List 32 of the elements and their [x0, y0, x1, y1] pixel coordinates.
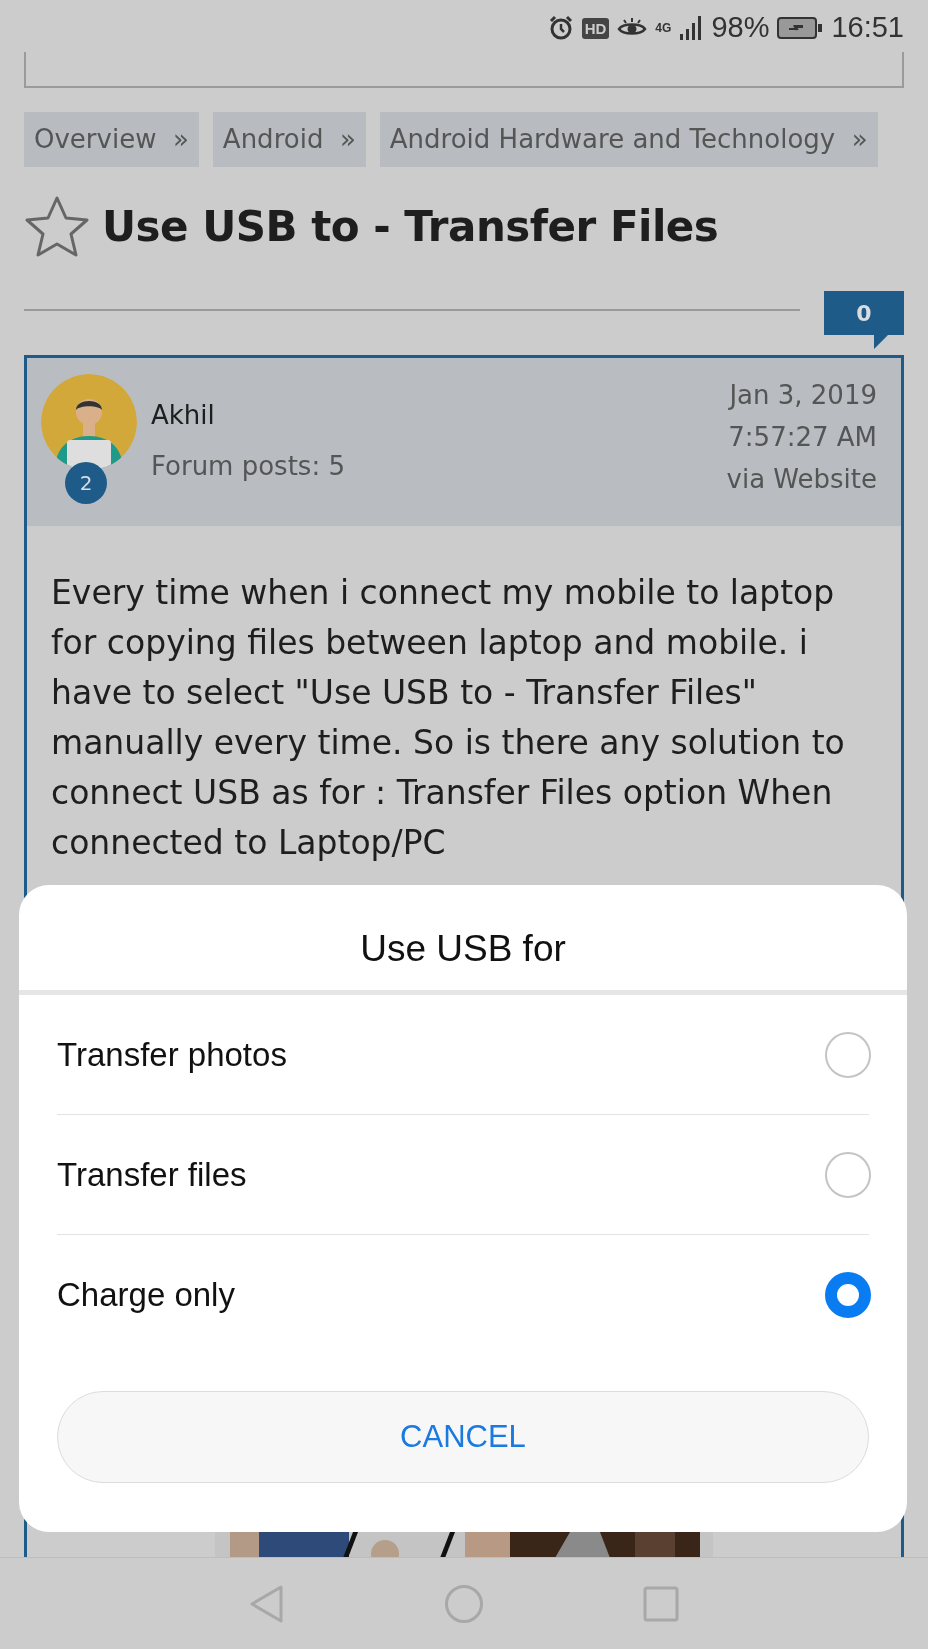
- radio-button[interactable]: [825, 1272, 871, 1318]
- rank-badge: 2: [65, 462, 107, 504]
- post-text: Every time when i connect my mobile to laptop for copying files between laptop and mobile. i have to select "Use USB to - Transfer Files" manually every time. So is there any solution to connect USB as for : Transfer Files option When connected to Laptop/PC: [51, 572, 846, 864]
- back-icon[interactable]: [249, 1583, 286, 1624]
- option-label[interactable]: Charge only: [57, 1270, 235, 1320]
- dialog-title: Use USB for: [19, 885, 907, 995]
- reply-count: 0: [824, 291, 904, 349]
- recents-icon[interactable]: [642, 1585, 679, 1622]
- breadcrumb-link[interactable]: Overview »: [24, 112, 199, 167]
- star-icon[interactable]: [24, 195, 90, 259]
- post-time: 7:57:27 AM: [727, 421, 877, 454]
- battery-charging-icon: [777, 16, 824, 40]
- post-source: via Website: [726, 463, 877, 496]
- clock-time: 16:51: [831, 10, 904, 46]
- author-name[interactable]: Akhil: [151, 396, 345, 435]
- network-label: 4G: [655, 22, 672, 34]
- post-date: Jan 3, 2019: [727, 379, 877, 412]
- forum-posts: Forum posts: 5: [151, 450, 345, 483]
- option-label[interactable]: Transfer photos: [57, 1029, 287, 1080]
- radio-button[interactable]: [825, 1031, 871, 1078]
- thread-title: Use USB to - Transfer Files: [102, 201, 719, 253]
- radio-button[interactable]: [825, 1151, 871, 1198]
- cancel-button[interactable]: CANCEL: [57, 1391, 869, 1483]
- breadcrumb-link[interactable]: Android »: [212, 112, 366, 167]
- battery-percent: 98%: [711, 10, 770, 46]
- signal-icon: [679, 14, 704, 42]
- option-label[interactable]: Transfer files: [57, 1149, 247, 1200]
- hd-badge: HD: [581, 17, 610, 39]
- home-icon[interactable]: [444, 1583, 484, 1624]
- input-field[interactable]: [24, 52, 904, 88]
- alarm-icon: [547, 15, 574, 41]
- breadcrumb-link[interactable]: Android Hardware and Technology »: [379, 112, 878, 167]
